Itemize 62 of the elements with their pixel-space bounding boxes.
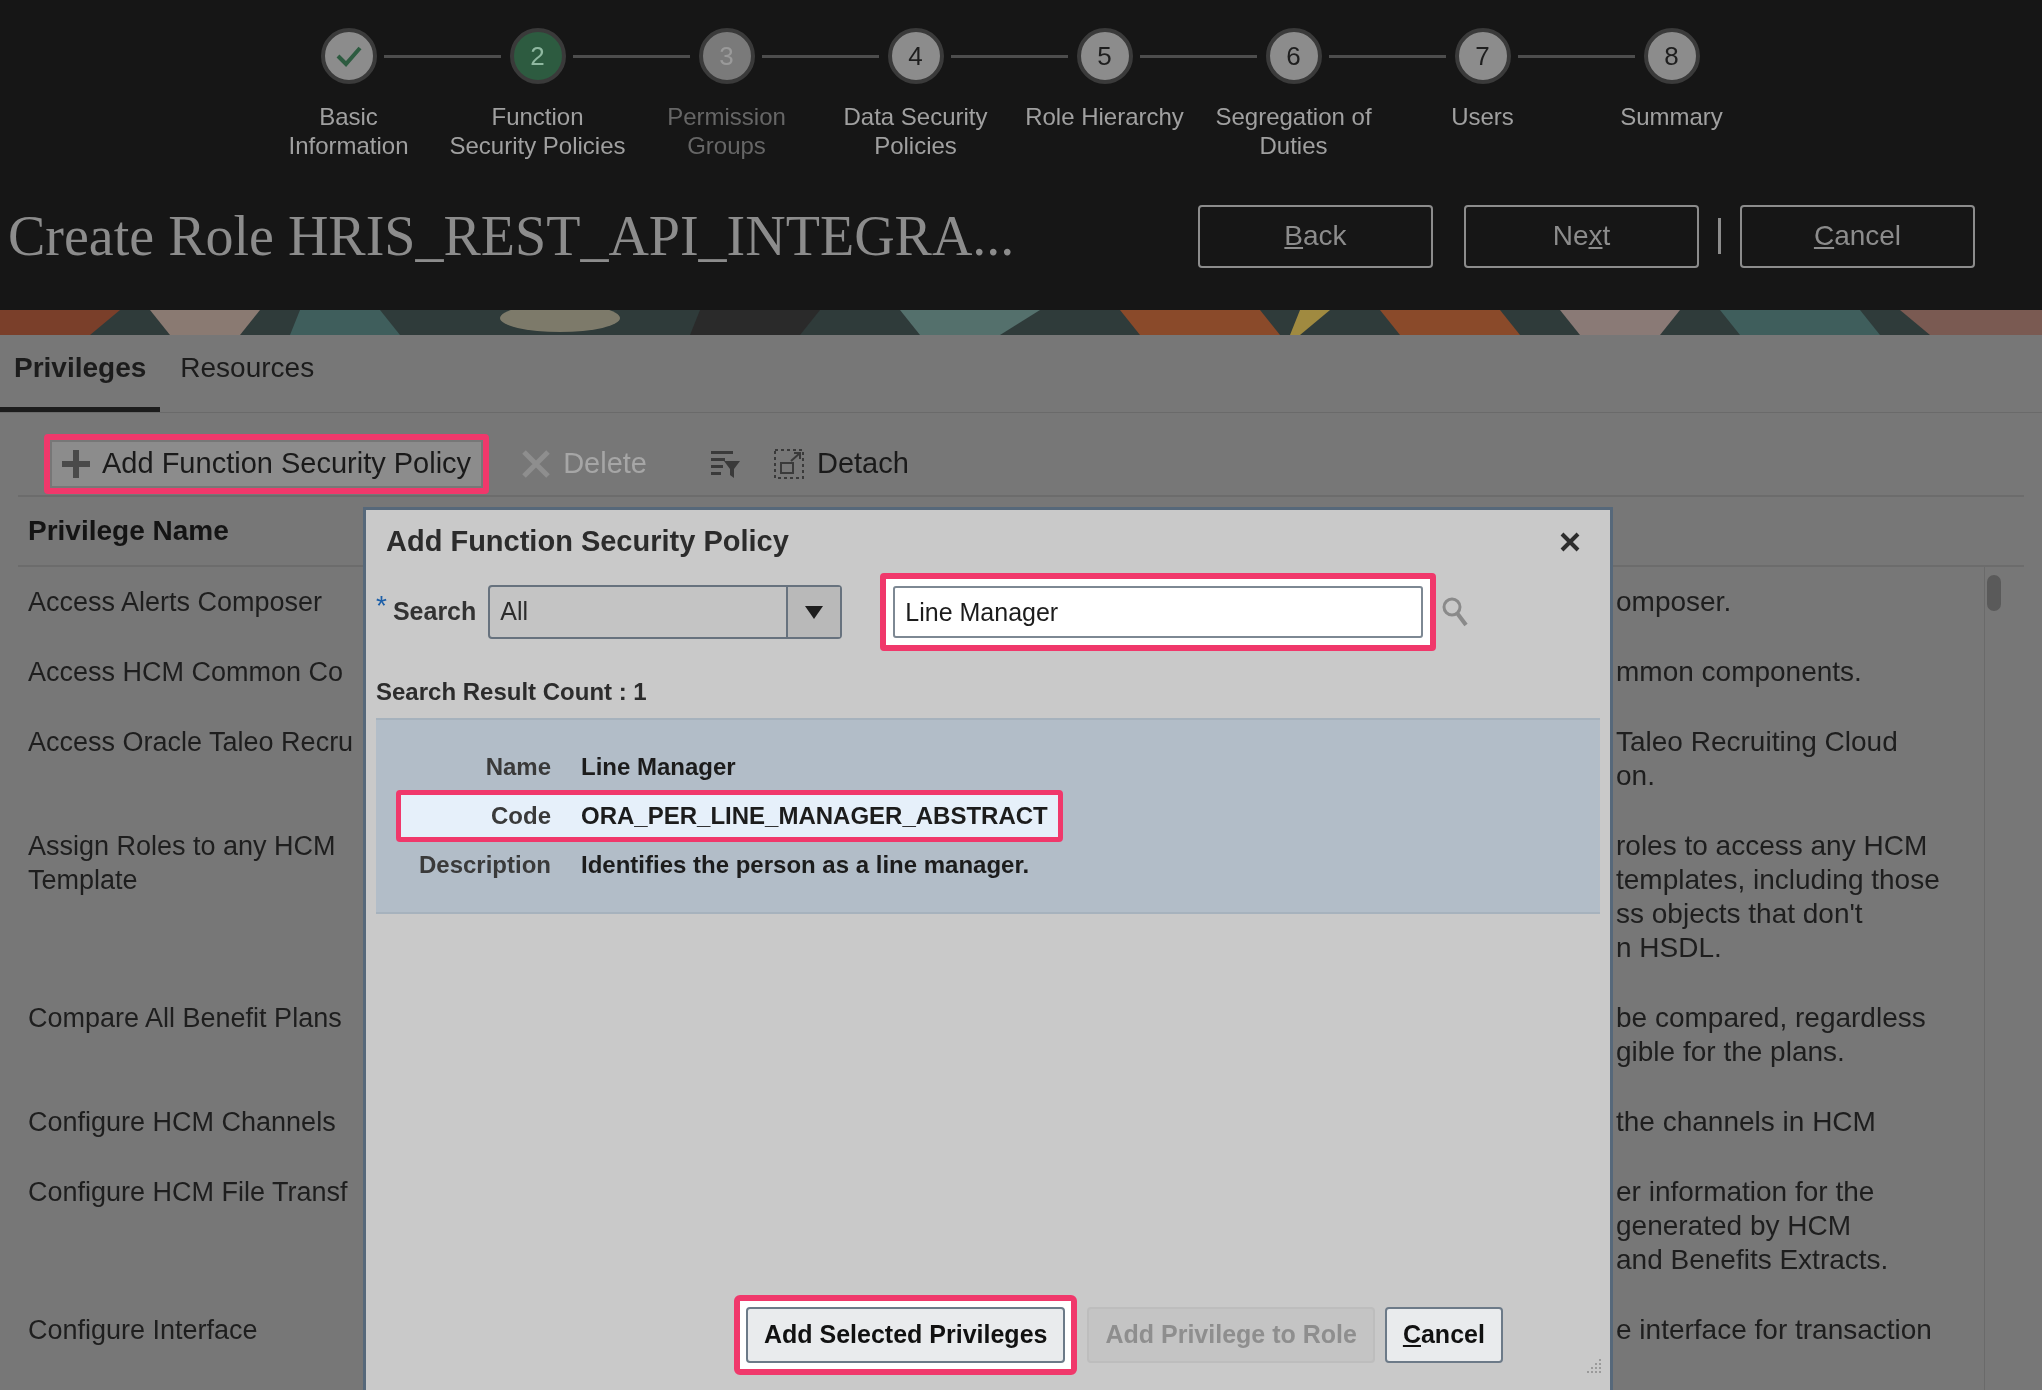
step-label: Data Security Policies <box>843 102 988 160</box>
dialog-button[interactable]: Cancel <box>1384 1307 1503 1363</box>
step-label: Segregation of Duties <box>1215 102 1372 160</box>
table-cell: e interface for transaction <box>1616 1313 1932 1347</box>
table-cell-text: Access Alerts Composer <box>28 586 324 619</box>
result-panel[interactable]: Name Line Manager Code ORA_PER_LINE_MANAGER_ABSTRACT Description Identifies the person as a line manager. <box>376 718 1600 914</box>
required-mark: * <box>376 592 387 620</box>
table-cell-text: Compare All Benefit Plans <box>28 1002 343 1035</box>
tab[interactable]: Resources <box>166 347 329 412</box>
caret-icon <box>805 605 824 619</box>
step-label: Users <box>1451 102 1514 131</box>
header-button[interactable]: Next <box>1464 204 1699 268</box>
tab[interactable]: Privileges <box>0 347 161 412</box>
column-header: Privilege Name <box>28 514 229 548</box>
table-cell: er information for the generated by HCM and Benefits Extracts. <box>1616 1175 1889 1277</box>
toolbar-button[interactable]: Add Function Security Policy <box>52 442 482 486</box>
resize-handle-icon[interactable] <box>1586 1358 1602 1374</box>
field-label: Search <box>392 596 477 628</box>
field-label: Name <box>484 752 551 782</box>
step-marker[interactable]: 4 <box>887 28 944 84</box>
step-label: Role Hierarchy <box>1025 102 1184 131</box>
search-field[interactable]: Line Manager <box>893 586 1424 638</box>
table-cell: be compared, regardless gible for the plans. <box>1616 1001 1926 1069</box>
dialog-title: Add Function Security Policy <box>386 524 789 560</box>
table-cell-text: Assign Roles to any HCM Template <box>28 830 337 897</box>
search-type-select[interactable]: All <box>488 585 843 639</box>
result-count: Search Result Count : 1 <box>376 677 648 707</box>
step-label: Permission Groups <box>667 102 786 160</box>
step-marker[interactable]: 6 <box>1265 28 1322 84</box>
step-marker[interactable]: 2 <box>509 28 566 84</box>
table-cell-text: Access HCM Common Co <box>28 656 345 689</box>
page-title: Create Role HRIS_REST_API_INTEGRA... <box>8 204 1016 269</box>
detach-icon <box>772 448 805 480</box>
field-value: ORA_PER_LINE_MANAGER_ABSTRACT <box>581 801 1048 831</box>
step-marker[interactable]: 7 <box>1454 28 1511 84</box>
filter-icon[interactable] <box>708 448 741 480</box>
step-label: Basic Information <box>288 102 409 160</box>
plus-icon <box>62 450 90 478</box>
table-cell-text: Configure HCM File Transf <box>28 1176 349 1209</box>
step-marker[interactable]: 8 <box>1643 28 1700 84</box>
table-cell: roles to access any HCM templates, including those ss objects that don't n HSDL. <box>1616 829 1940 965</box>
table-cell-text: Access Oracle Taleo Recru <box>28 726 355 759</box>
search-icon[interactable] <box>1442 597 1469 627</box>
header-button[interactable]: Cancel <box>1740 204 1975 268</box>
table-cell: mmon components. <box>1616 655 1862 689</box>
table-cell: omposer. <box>1616 585 1732 619</box>
table-cell: Taleo Recruiting Cloud on. <box>1616 725 1898 793</box>
header-button[interactable]: Back <box>1198 204 1433 268</box>
table-cell: the channels in HCM <box>1616 1105 1876 1139</box>
toolbar-button[interactable]: Detach <box>762 442 919 486</box>
field-value: Identifies the person as a line manager. <box>581 850 1030 880</box>
table-cell-text: Configure Interface <box>28 1314 259 1347</box>
field-value: Line Manager <box>581 752 736 782</box>
step-marker[interactable]: 5 <box>1076 28 1133 84</box>
check-icon <box>335 45 362 67</box>
close-icon[interactable] <box>1560 532 1580 552</box>
table-cell-text: Configure HCM Channels <box>28 1106 337 1139</box>
dialog-button[interactable]: Add Selected Privileges <box>746 1307 1066 1363</box>
step-label: Summary <box>1620 102 1723 131</box>
step-label: Function Security Policies <box>449 102 626 160</box>
field-label: Description <box>417 850 551 880</box>
field-label: Code <box>490 801 551 831</box>
